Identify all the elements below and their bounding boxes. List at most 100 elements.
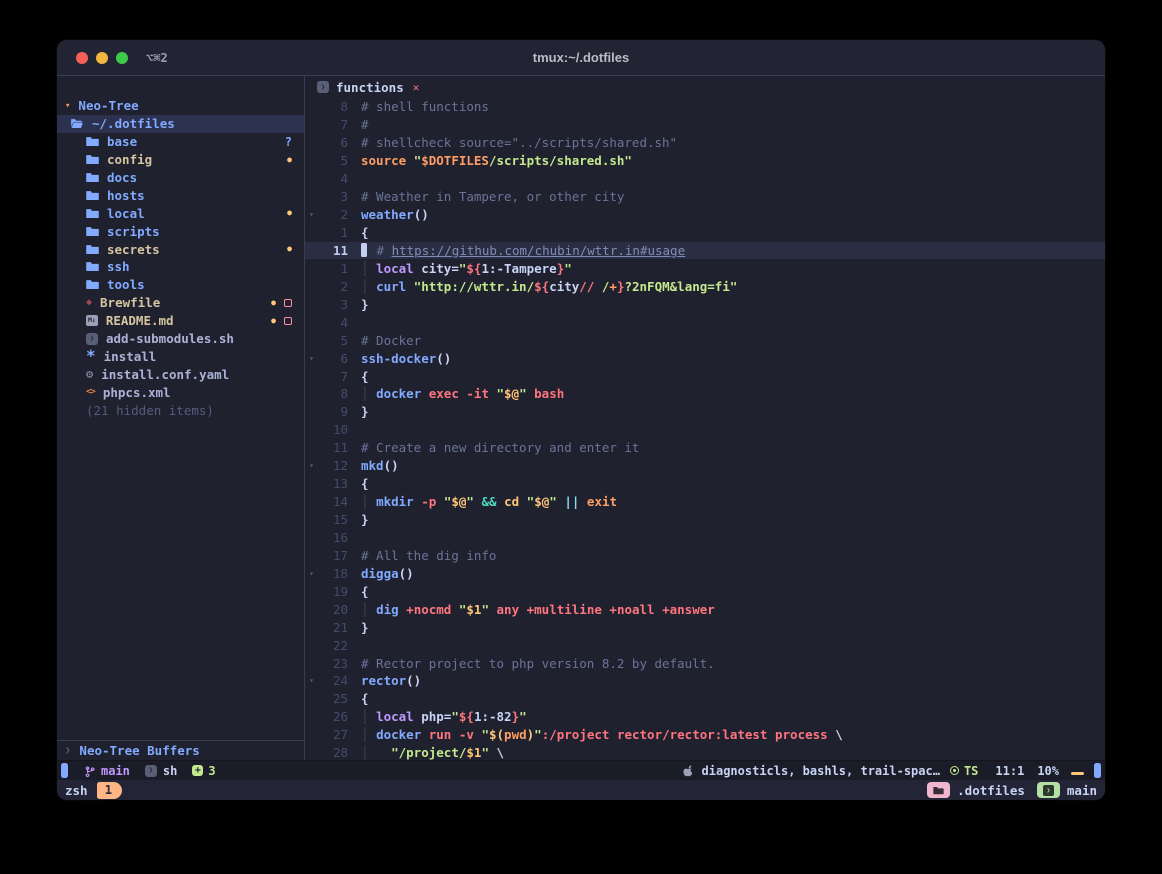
code-text: # Rector project to php version 8.2 by d… — [361, 656, 1105, 671]
fold-chevron-icon[interactable]: ▾ — [305, 461, 318, 470]
chevron-down-icon: ▾ — [65, 101, 70, 111]
line-number: 6 — [318, 135, 361, 150]
code-token: # Create a new directory and enter it — [361, 440, 639, 455]
code-line[interactable]: 13{ — [305, 475, 1105, 493]
code-token: + — [609, 279, 617, 294]
code-line[interactable]: 14│ mkdir -p "$@" && cd "$@" || exit — [305, 493, 1105, 511]
tree-item-readme-md[interactable]: M↓README.md● — [57, 312, 304, 330]
code-line[interactable]: 5# Docker — [305, 331, 1105, 349]
tree-item-docs[interactable]: docs — [57, 169, 304, 187]
code-line[interactable]: 27│ docker run -v "$(pwd)":/project rect… — [305, 726, 1105, 744]
code-line[interactable]: 22 — [305, 636, 1105, 654]
code-line[interactable]: 11 # https://github.com/chubin/wttr.in#u… — [305, 242, 1105, 260]
code-line[interactable]: 17# All the dig info — [305, 546, 1105, 564]
tree-item-label: install.conf.yaml — [101, 367, 229, 382]
tree-item-root-dotfiles[interactable]: ~/.dotfiles — [57, 115, 304, 133]
git-status-badges: ● — [287, 209, 292, 217]
code-line[interactable]: 15} — [305, 511, 1105, 529]
code-line[interactable]: 19{ — [305, 582, 1105, 600]
close-buffer-icon[interactable]: ✕ — [413, 81, 420, 94]
code-line[interactable]: ▾18digga() — [305, 564, 1105, 582]
code-token: $1 — [466, 745, 481, 760]
tree-item-secrets[interactable]: secrets● — [57, 240, 304, 258]
code-line[interactable]: 6# shellcheck source="../scripts/shared.… — [305, 134, 1105, 152]
code-token: +noall — [609, 602, 654, 617]
code-token: { — [361, 369, 369, 384]
code-line[interactable]: 4 — [305, 170, 1105, 188]
minimize-window-button[interactable] — [96, 52, 108, 64]
tmux-window-index[interactable]: 1 — [97, 782, 123, 799]
zoom-window-button[interactable] — [116, 52, 128, 64]
code-line[interactable]: 2│ curl "http://wttr.in/${city// /+}?2nF… — [305, 277, 1105, 295]
line-number: 19 — [318, 584, 361, 599]
code-token: ${ — [459, 709, 474, 724]
tree-item-phpcs-xml[interactable]: <>phpcs.xml — [57, 383, 304, 401]
code-token: rector — [361, 673, 406, 688]
star-icon: * — [86, 348, 96, 364]
session-folder-badge — [927, 782, 950, 798]
tree-item-brewfile[interactable]: ◆Brewfile● — [57, 294, 304, 312]
close-window-button[interactable] — [76, 52, 88, 64]
statusline-right-block — [1094, 763, 1101, 778]
neotree-buffers-section[interactable]: ❯ Neo-Tree Buffers — [57, 740, 304, 760]
code-line[interactable]: 25{ — [305, 690, 1105, 708]
tree-item-local[interactable]: local● — [57, 204, 304, 222]
code-text: │ docker exec -it "$@" bash — [361, 386, 1105, 401]
fold-chevron-icon[interactable]: ▾ — [305, 569, 318, 578]
code-line[interactable]: 10 — [305, 421, 1105, 439]
tree-item-install[interactable]: *install — [57, 347, 304, 365]
lsp-status-icon — [950, 766, 959, 775]
code-line[interactable]: 4 — [305, 313, 1105, 331]
code-token: " — [481, 602, 489, 617]
code-line[interactable]: 28│ "/project/$1" \ — [305, 744, 1105, 760]
tree-item-tools[interactable]: tools — [57, 276, 304, 294]
tree-item-install-conf-yaml[interactable]: ⚙install.conf.yaml — [57, 365, 304, 383]
code-line[interactable]: 16 — [305, 529, 1105, 547]
tree-item-config[interactable]: config● — [57, 151, 304, 169]
code-line[interactable]: 1│ local city="${1:-Tampere}" — [305, 259, 1105, 277]
code-line[interactable]: 11# Create a new directory and enter it — [305, 439, 1105, 457]
neotree-sidebar: ▾Neo-Tree~/.dotfilesbase?config●docshost… — [57, 76, 305, 760]
apple-icon — [683, 764, 694, 777]
code-line[interactable]: 3# Weather in Tampere, or other city — [305, 188, 1105, 206]
fold-chevron-icon[interactable]: ▾ — [305, 210, 318, 219]
code-text: # shellcheck source="../scripts/shared.s… — [361, 135, 1105, 150]
code-line[interactable]: 5source "$DOTFILES/scripts/shared.sh" — [305, 152, 1105, 170]
code-line[interactable]: 1{ — [305, 224, 1105, 242]
code-line[interactable]: 23# Rector project to php version 8.2 by… — [305, 654, 1105, 672]
code-line[interactable]: 26│ local php="${1:-82}" — [305, 708, 1105, 726]
tree-item-hosts[interactable]: hosts — [57, 186, 304, 204]
code-line[interactable]: ▾24rector() — [305, 672, 1105, 690]
tree-item-add-submodules-sh[interactable]: ❯add-submodules.sh — [57, 330, 304, 348]
tree-item-label: secrets — [107, 242, 160, 257]
code-line[interactable]: ▾2weather() — [305, 206, 1105, 224]
code-area[interactable]: 8# shell functions7#6# shellcheck source… — [305, 98, 1105, 760]
tree-item-scripts[interactable]: scripts — [57, 222, 304, 240]
code-line[interactable]: 9} — [305, 403, 1105, 421]
code-line[interactable]: ▾12mkd() — [305, 457, 1105, 475]
code-line[interactable]: 8│ docker exec -it "$@" bash — [305, 385, 1105, 403]
code-text: } — [361, 297, 1105, 312]
code-line[interactable]: 21} — [305, 618, 1105, 636]
line-number: 1 — [318, 261, 361, 276]
tree-item-21-hidden-items[interactable]: (21 hidden items) — [57, 401, 304, 419]
tree-item-ssh[interactable]: ssh — [57, 258, 304, 276]
code-text: │ mkdir -p "$@" && cd "$@" || exit — [361, 494, 1105, 509]
fold-chevron-icon[interactable]: ▾ — [305, 354, 318, 363]
code-line[interactable]: 3} — [305, 295, 1105, 313]
code-line[interactable]: 8# shell functions — [305, 98, 1105, 116]
line-number: 16 — [318, 530, 361, 545]
code-token: } — [512, 709, 520, 724]
code-token: { — [361, 584, 369, 599]
buffer-tab-functions[interactable]: functions — [336, 80, 404, 95]
code-line[interactable]: 7# — [305, 116, 1105, 134]
tree-item-base[interactable]: base? — [57, 133, 304, 151]
code-line[interactable]: ▾6ssh-docker() — [305, 349, 1105, 367]
tree-item-label: tools — [107, 277, 145, 292]
fold-chevron-icon[interactable]: ▾ — [305, 676, 318, 685]
line-number: 21 — [318, 620, 361, 635]
code-line[interactable]: 7{ — [305, 367, 1105, 385]
code-text: │ local php="${1:-82}" — [361, 709, 1105, 724]
code-line[interactable]: 20│ dig +nocmd "$1" any +multiline +noal… — [305, 600, 1105, 618]
tmux-window-name[interactable]: zsh — [65, 783, 88, 798]
